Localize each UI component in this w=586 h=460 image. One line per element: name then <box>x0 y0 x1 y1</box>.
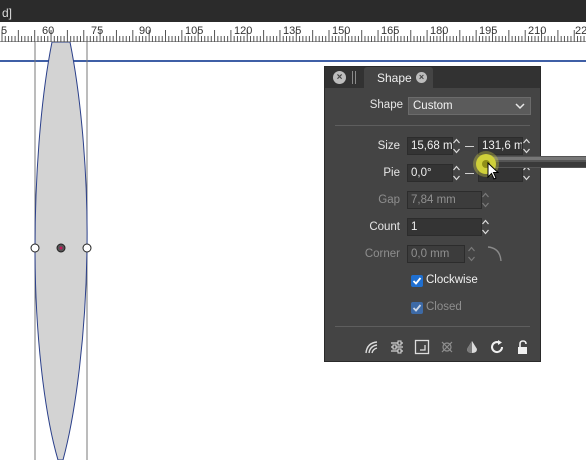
rotation-center-dot <box>59 246 63 250</box>
closed-label[interactable]: Closed <box>426 301 462 313</box>
mouse-cursor-icon <box>487 162 500 180</box>
ruler-label: 105 <box>185 25 204 37</box>
gap-field[interactable]: 7,84 mm <box>407 191 482 209</box>
shape-panel: × Shape × Shape Custom Size 15,68 mm 131… <box>324 66 541 362</box>
resize-handle-right <box>82 243 92 253</box>
transform-box-icon[interactable] <box>414 339 430 355</box>
ruler-label: 180 <box>430 25 449 37</box>
snap-icon[interactable] <box>439 339 455 355</box>
size-width-field[interactable]: 15,68 mm <box>407 137 453 155</box>
chevron-down-icon <box>514 100 526 117</box>
gap-stepper[interactable] <box>481 191 490 209</box>
lock-icon[interactable] <box>514 339 530 355</box>
divider <box>335 125 530 126</box>
count-label: Count <box>369 221 400 233</box>
panel-tab-bar: × Shape × <box>325 67 540 88</box>
closed-checkbox[interactable] <box>411 302 423 314</box>
clockwise-checkbox[interactable] <box>411 275 423 287</box>
check-icon <box>412 304 422 312</box>
pie-separator <box>465 173 474 174</box>
ruler-label: 22 <box>575 25 586 37</box>
size-separator <box>465 146 474 147</box>
corner-stepper[interactable] <box>467 245 476 263</box>
ruler-label: 195 <box>479 25 498 37</box>
panel-grip-icon[interactable] <box>352 71 353 84</box>
size-width-stepper[interactable] <box>452 137 461 155</box>
pie-start-field[interactable]: 0,0° <box>407 164 453 182</box>
shape-type-dropdown[interactable]: Custom <box>408 97 531 115</box>
corner-type-icon[interactable] <box>485 244 505 269</box>
rotate-icon[interactable] <box>489 339 505 355</box>
count-field[interactable]: 1 <box>407 218 482 236</box>
fill-icon[interactable] <box>464 339 480 355</box>
count-stepper[interactable] <box>481 218 490 236</box>
ruler-label: 5 <box>1 25 8 37</box>
ruler-label: 150 <box>332 25 351 37</box>
divider <box>335 326 530 327</box>
clockwise-label[interactable]: Clockwise <box>426 274 478 286</box>
close-tab-icon[interactable]: × <box>416 72 427 83</box>
shape-type-value: Custom <box>413 100 453 112</box>
pie-start-stepper[interactable] <box>452 164 461 182</box>
sliders-icon[interactable] <box>389 339 405 355</box>
resize-handle-left <box>30 243 40 253</box>
gap-label: Gap <box>378 194 400 206</box>
corner-label: Corner <box>364 248 400 260</box>
curve-icon[interactable] <box>364 339 380 355</box>
corner-field[interactable]: 0,0 mm <box>407 245 465 263</box>
pie-label: Pie <box>383 167 400 179</box>
check-icon <box>412 277 422 285</box>
document-tab-bar: d] <box>0 0 586 22</box>
close-panel-icon[interactable]: × <box>333 71 346 84</box>
ruler-label: 165 <box>381 25 400 37</box>
document-tab[interactable]: d] <box>0 0 16 22</box>
ruler-label: 75 <box>91 25 104 37</box>
ruler-label: 120 <box>234 25 253 37</box>
size-label: Size <box>377 140 400 152</box>
ruler-label: 60 <box>42 25 55 37</box>
ruler-label: 210 <box>528 25 547 37</box>
ruler-label: 135 <box>283 25 302 37</box>
shape-label: Shape <box>369 99 403 111</box>
ruler-label: 90 <box>139 25 152 37</box>
tab-shape[interactable]: Shape × <box>364 67 433 88</box>
tab-label: Shape <box>377 71 412 85</box>
horizontal-ruler[interactable]: 5 60 75 90 105 120 135 150 165 180 195 2… <box>0 22 586 42</box>
